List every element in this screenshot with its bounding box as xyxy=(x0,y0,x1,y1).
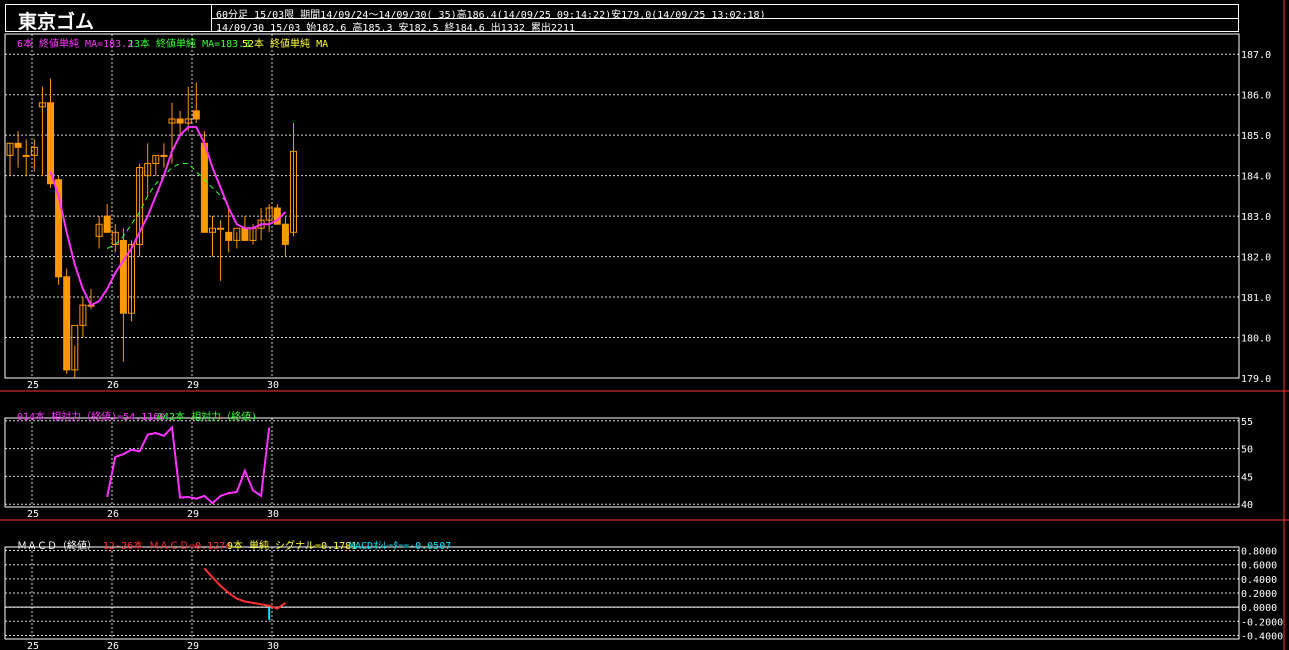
pane-frame-rsi xyxy=(4,417,1240,508)
x-tick-label: 25 xyxy=(27,509,39,520)
y-tick-label: 181.0 xyxy=(1241,293,1271,304)
x-tick-label: 29 xyxy=(187,380,199,391)
candle-body xyxy=(200,142,208,233)
y-tick-label: 183.0 xyxy=(1241,212,1271,223)
signal-legend: 9本 単純 シグナル=0.1781 xyxy=(227,541,358,552)
candle-body xyxy=(176,118,184,124)
ma13-legend: 13本 終値単純 MA=183.3 xyxy=(128,39,251,50)
candle-body xyxy=(192,110,200,120)
macd-title: ＭＡＣＤ（終値） xyxy=(17,541,97,552)
x-tick-label: 30 xyxy=(267,380,279,391)
macd-legend: 12-26本 ＭＡＣＤ=0.1274 xyxy=(103,541,232,552)
y-tick-label: 0.0000 xyxy=(1241,603,1277,614)
x-tick-label: 25 xyxy=(27,380,39,391)
x-tick-label: 26 xyxy=(107,380,119,391)
x-tick-label: 30 xyxy=(267,509,279,520)
ma6-legend: 6本 終値単純 MA=183.2 xyxy=(17,39,134,50)
candle-body xyxy=(281,223,289,245)
chart-area[interactable]: 187.0 186.0 185.0 184.0 183.0 182.0 181.0 180.0… xyxy=(0,0,1289,650)
y-tick-label: 180.0 xyxy=(1241,334,1271,345)
y-tick-label: 0.8000 xyxy=(1241,547,1277,558)
x-tick-label: 26 xyxy=(107,641,119,650)
x-tick-label: 30 xyxy=(267,641,279,650)
y-tick-label: 184.0 xyxy=(1241,172,1271,183)
y-tick-label: 55 xyxy=(1241,417,1253,428)
candle-body xyxy=(103,215,111,233)
rsi42-legend: 042本 相対力（終値) xyxy=(157,412,258,423)
y-tick-label: 179.0 xyxy=(1241,374,1271,385)
rsi-line xyxy=(106,425,271,505)
x-tick-label: 26 xyxy=(107,509,119,520)
y-tick-label: 45 xyxy=(1241,472,1253,483)
y-tick-label: 187.0 xyxy=(1241,50,1271,61)
y-tick-label: 0.4000 xyxy=(1241,575,1277,586)
y-tick-label: 185.0 xyxy=(1241,131,1271,142)
y-tick-label: 182.0 xyxy=(1241,253,1271,264)
ma52-legend: 52本 終値単純 MA xyxy=(242,39,329,50)
y-tick-label: 0.2000 xyxy=(1241,589,1277,600)
y-tick-label: -0.4000 xyxy=(1241,631,1283,642)
x-tick-label: 29 xyxy=(187,509,199,520)
candle-body xyxy=(217,227,225,230)
candle-body xyxy=(63,276,71,371)
x-tick-label: 29 xyxy=(187,641,199,650)
candle-body xyxy=(14,142,22,148)
x-tick-label: 25 xyxy=(27,641,39,650)
y-tick-label: 40 xyxy=(1241,500,1253,511)
ma13-line xyxy=(106,163,230,249)
y-tick-label: 0.6000 xyxy=(1241,561,1277,572)
candle-body xyxy=(160,154,168,157)
macd-line xyxy=(203,567,286,610)
candle-body xyxy=(225,231,233,241)
candle-body xyxy=(119,239,127,314)
y-tick-label: 50 xyxy=(1241,445,1253,456)
pane-frame-price xyxy=(4,33,1240,379)
rsi14-legend: 014本 相対力（終値)=54.1160 xyxy=(17,412,166,423)
y-tick-label: 186.0 xyxy=(1241,91,1271,102)
y-tick-label: -0.2000 xyxy=(1241,617,1283,628)
osc-legend: MACDｵｼﾚｰﾀｰ=-0.0507 xyxy=(349,541,452,552)
candle-body xyxy=(22,154,30,157)
candle-body xyxy=(241,227,249,241)
